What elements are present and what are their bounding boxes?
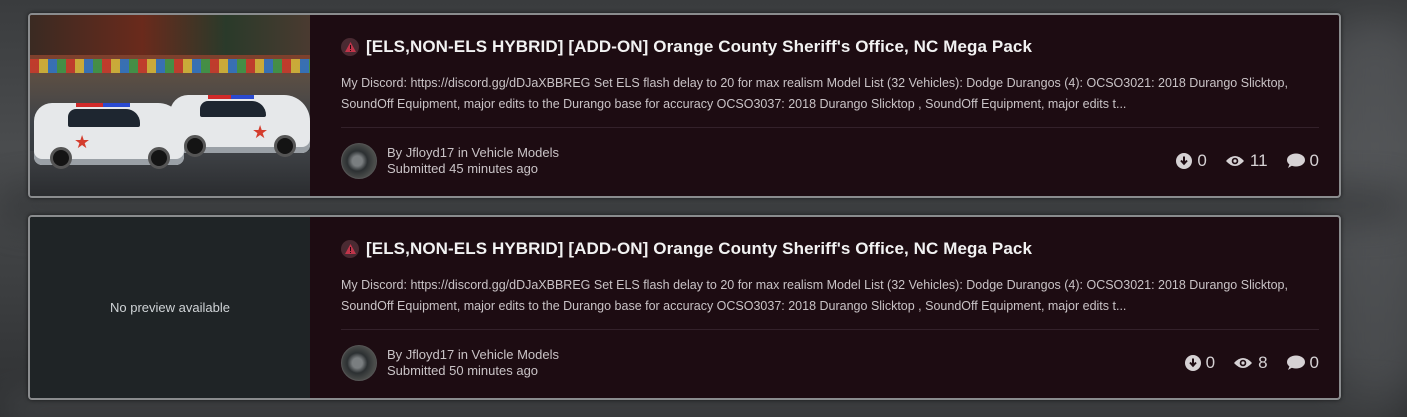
eye-icon [1225, 156, 1244, 166]
views-stat: 11 [1225, 151, 1268, 171]
downloads-count: 0 [1197, 151, 1207, 170]
file-stats: 0 11 0 [1176, 151, 1319, 171]
file-content: [ELS,NON-ELS HYBRID] [ADD-ON] Orange Cou… [310, 15, 1339, 196]
file-thumbnail[interactable]: ★ ★ [30, 15, 310, 196]
comments-stat: 0 [1286, 353, 1319, 373]
warning-icon [341, 240, 359, 258]
views-count: 11 [1249, 151, 1268, 170]
eye-icon [1234, 358, 1253, 368]
download-circle-icon [1184, 355, 1201, 371]
comments-stat: 0 [1286, 151, 1319, 171]
file-meta: By Jfloyd17 in Vehicle Models Submitted … [341, 345, 559, 381]
author-line[interactable]: By Jfloyd17 in Vehicle Models [387, 347, 559, 363]
file-content: [ELS,NON-ELS HYBRID] [ADD-ON] Orange Cou… [310, 217, 1339, 398]
file-card[interactable]: No preview available [ELS,NON-ELS HYBRID… [28, 215, 1341, 400]
file-description: My Discord: https://discord.gg/dDJaXBBRE… [341, 278, 1288, 313]
thumbnail-police-car: ★ [34, 103, 184, 169]
thumbnail-bunting [30, 59, 310, 73]
comment-bubble-icon [1286, 355, 1305, 370]
thumbnail-roof [30, 15, 310, 55]
file-thumbnail[interactable]: No preview available [30, 217, 310, 398]
submitted-time: Submitted 45 minutes ago [387, 161, 539, 176]
author-avatar[interactable] [341, 143, 377, 179]
no-preview-label: No preview available [110, 300, 230, 315]
downloads-stat: 0 [1176, 151, 1207, 171]
title-row: [ELS,NON-ELS HYBRID] [ADD-ON] Orange Cou… [341, 239, 1319, 259]
views-stat: 8 [1233, 353, 1268, 373]
comments-count: 0 [1309, 353, 1319, 372]
warning-icon [341, 38, 359, 56]
file-description: My Discord: https://discord.gg/dDJaXBBRE… [341, 76, 1288, 111]
divider [341, 127, 1319, 128]
file-title-link[interactable]: [ELS,NON-ELS HYBRID] [ADD-ON] Orange Cou… [366, 37, 1032, 57]
author-line[interactable]: By Jfloyd17 in Vehicle Models [387, 145, 559, 161]
comment-bubble-icon [1286, 153, 1305, 168]
file-title-link[interactable]: [ELS,NON-ELS HYBRID] [ADD-ON] Orange Cou… [366, 239, 1032, 259]
downloads-stat: 0 [1184, 353, 1216, 373]
submitted-time: Submitted 50 minutes ago [387, 363, 539, 378]
author-avatar[interactable] [341, 345, 377, 381]
thumbnail-police-car: ★ [170, 95, 310, 157]
file-meta: By Jfloyd17 in Vehicle Models Submitted … [341, 143, 559, 179]
download-circle-icon [1176, 153, 1193, 169]
comments-count: 0 [1309, 151, 1319, 170]
downloads-count: 0 [1205, 353, 1216, 372]
divider [341, 329, 1319, 330]
file-card[interactable]: ★ ★ [ELS,NON-ELS HYBRID] [ADD-ON] Orange… [28, 13, 1341, 198]
file-stats: 0 8 0 [1184, 353, 1319, 373]
title-row: [ELS,NON-ELS HYBRID] [ADD-ON] Orange Cou… [341, 37, 1319, 57]
views-count: 8 [1258, 353, 1268, 372]
